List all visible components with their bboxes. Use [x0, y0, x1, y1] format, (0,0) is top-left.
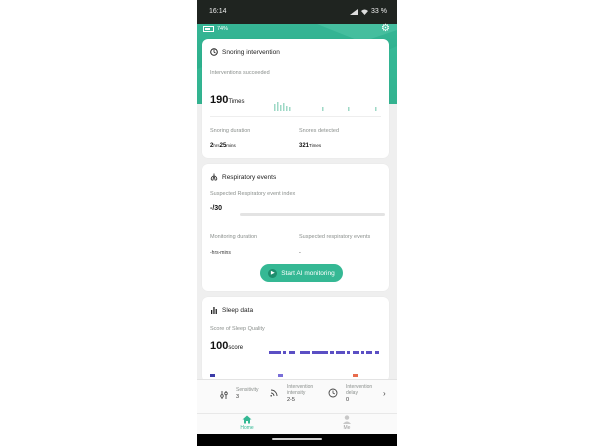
signal-icon — [350, 8, 359, 15]
snoring-duration-label: Snoring duration — [210, 128, 251, 134]
status-bar: 16:14 33 % — [197, 0, 397, 24]
nav-me[interactable]: Me — [335, 415, 359, 431]
interventions-label: Interventions succeeded — [210, 70, 270, 76]
profile-icon — [343, 415, 351, 424]
gesture-bar — [197, 434, 397, 446]
settings-gear-icon[interactable]: ⚙ — [381, 24, 391, 34]
nav-me-label: Me — [343, 425, 351, 431]
snores-detected-value: 321Times — [299, 143, 322, 149]
nav-home-label: Home — [240, 425, 254, 431]
respiratory-index-bar — [240, 213, 385, 216]
bar-chart-icon — [211, 307, 217, 314]
play-icon: ▶ — [268, 268, 278, 278]
start-ai-monitoring-button[interactable]: ▶ Start AI monitoring — [260, 264, 343, 282]
snoring-card-title: Snoring intervention — [210, 48, 280, 56]
device-battery: 74% — [203, 26, 228, 32]
sleep-quality-label: Score of Sleep Quality — [210, 326, 265, 332]
monitoring-duration-label: Monitoring duration — [210, 234, 258, 240]
snoring-divider — [210, 116, 381, 117]
respiratory-card-title: Respiratory events — [210, 173, 276, 181]
respiratory-index-label: Suspected Respiratory event index — [210, 191, 296, 197]
sleep-title-text: Sleep data — [222, 306, 254, 314]
interventions-mini-chart — [274, 102, 377, 111]
monitoring-duration-value: -hrs-mins — [210, 250, 231, 256]
intervention-intensity-setting[interactable]: Intervention intensity 2-5 — [287, 384, 317, 403]
sleep-legend-markers — [210, 374, 358, 377]
phone-screen: 16:14 33 % 74% ⚙ Snoring intervention In… — [197, 0, 397, 446]
snoring-title-text: Snoring intervention — [222, 48, 280, 56]
interventions-value: 190Times — [210, 94, 245, 106]
intervention-delay-setting[interactable]: Intervention delay 0 — [346, 384, 376, 403]
home-indicator[interactable] — [272, 438, 322, 440]
clock-icon — [328, 388, 338, 398]
lungs-icon — [210, 173, 218, 181]
wifi-icon — [361, 9, 369, 15]
chevron-right-icon[interactable]: › — [383, 389, 386, 398]
nav-home[interactable]: Home — [235, 415, 259, 431]
sensitivity-setting[interactable]: Sensitivity 3 — [236, 387, 259, 400]
snoring-duration-value: 2hrs25mins — [210, 143, 236, 149]
snoring-card[interactable]: Snoring intervention Interventions succe… — [202, 39, 389, 158]
device-battery-icon — [203, 26, 214, 32]
start-ai-monitoring-label: Start AI monitoring — [281, 269, 335, 277]
respiratory-events-label: Suspected respiratory events — [299, 234, 371, 240]
sleep-quality-value: 100score — [210, 340, 244, 352]
snores-detected-label: Snores detected — [299, 128, 340, 134]
respiratory-index-value: -/30 — [210, 205, 223, 212]
respiratory-title-text: Respiratory events — [222, 173, 277, 181]
sleep-card[interactable]: Sleep data Score of Sleep Quality 100sco… — [202, 297, 389, 382]
status-time: 16:14 — [209, 8, 227, 15]
home-icon — [242, 415, 252, 424]
sleep-stage-strip — [269, 351, 379, 354]
snoring-icon — [210, 48, 218, 56]
sleep-card-title: Sleep data — [210, 306, 253, 314]
signal-icon — [270, 389, 278, 397]
sliders-icon — [220, 391, 228, 399]
respiratory-events-value: - — [299, 250, 301, 256]
status-icons: 33 % — [350, 8, 387, 15]
device-battery-text: 74% — [217, 26, 229, 32]
phone-battery-text: 33 % — [371, 8, 387, 15]
respiratory-card[interactable]: Respiratory events Suspected Respiratory… — [202, 164, 389, 291]
